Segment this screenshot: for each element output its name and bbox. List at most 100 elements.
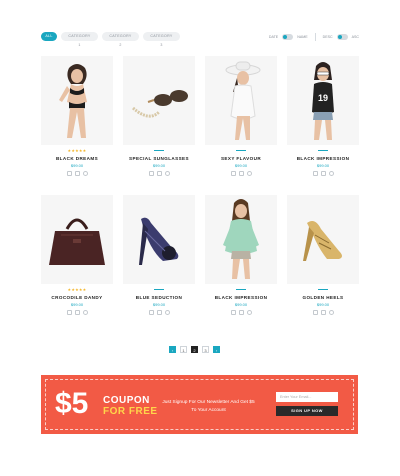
wishlist-icon[interactable] bbox=[246, 171, 252, 176]
signup-button[interactable]: SIGN UP NOW bbox=[276, 406, 338, 416]
cart-icon[interactable] bbox=[320, 171, 326, 176]
product-actions bbox=[123, 171, 195, 176]
product-name[interactable]: CROCODILE DANDY bbox=[41, 295, 113, 300]
prev-page-button[interactable]: ‹ bbox=[169, 346, 176, 353]
rating-stars: ★★★★★ bbox=[67, 148, 87, 153]
filter-tab-category-2[interactable]: CATEGORY 2 bbox=[102, 32, 139, 47]
name-underline bbox=[318, 289, 328, 290]
compare-icon[interactable] bbox=[148, 171, 154, 176]
product-price: $99.00 bbox=[70, 302, 84, 307]
coupon-description: Just Signup For Our Newsletter And Get $… bbox=[162, 400, 255, 413]
name-underline bbox=[236, 289, 246, 290]
compare-icon[interactable] bbox=[230, 310, 236, 315]
product-price: $99.00 bbox=[234, 163, 248, 168]
product-actions bbox=[41, 310, 113, 315]
name-underline bbox=[236, 150, 246, 151]
cart-icon[interactable] bbox=[74, 171, 80, 176]
wishlist-icon[interactable] bbox=[328, 310, 334, 315]
compare-icon[interactable] bbox=[66, 171, 72, 176]
wishlist-icon[interactable] bbox=[246, 310, 252, 315]
sort-divider bbox=[314, 33, 316, 41]
coupon-amount: $5 bbox=[55, 387, 89, 420]
product-name[interactable]: BLACK IMPRESSION bbox=[287, 156, 359, 161]
cart-icon[interactable] bbox=[156, 310, 162, 315]
high-heel-shoe-icon bbox=[139, 217, 179, 265]
wishlist-icon[interactable] bbox=[82, 310, 88, 315]
coupon-subtitle: FOR FREE bbox=[103, 406, 158, 417]
pagination: ‹ 1 2 3 › bbox=[169, 346, 220, 353]
product-image[interactable] bbox=[205, 195, 277, 284]
product-image[interactable] bbox=[41, 56, 113, 145]
cart-icon[interactable] bbox=[238, 310, 244, 315]
product-name[interactable]: SPECIAL SUNGLASSES bbox=[123, 156, 195, 161]
green-blouse-model-icon bbox=[223, 199, 259, 279]
category-filter-bar: ALL CATEGORY 1 CATEGORY 2 CATEGORY 3 bbox=[41, 32, 180, 47]
product-image[interactable] bbox=[41, 195, 113, 284]
product-image[interactable] bbox=[123, 195, 195, 284]
compare-icon[interactable] bbox=[148, 310, 154, 315]
product-card[interactable]: SPECIAL SUNGLASSES $99.00 bbox=[123, 56, 195, 183]
name-underline bbox=[154, 150, 164, 151]
product-name[interactable]: BLACK DREAMS bbox=[41, 156, 113, 161]
sunglasses-icon bbox=[132, 90, 188, 118]
product-name[interactable]: BLACK IMPRESSION bbox=[205, 295, 277, 300]
cart-icon[interactable] bbox=[238, 171, 244, 176]
page-button-current[interactable]: 2 bbox=[191, 346, 198, 353]
product-image[interactable] bbox=[287, 195, 359, 284]
gold-sandal-icon bbox=[303, 221, 342, 261]
wishlist-icon[interactable] bbox=[164, 310, 170, 315]
page-button[interactable]: 1 bbox=[180, 346, 187, 353]
product-image[interactable] bbox=[123, 56, 195, 145]
product-name[interactable]: GOLDEN HEELS bbox=[287, 295, 359, 300]
coupon-title: COUPON bbox=[103, 395, 150, 406]
filter-tab-category-1[interactable]: CATEGORY 1 bbox=[61, 32, 98, 47]
lingerie-model-icon bbox=[59, 64, 87, 138]
newsletter-email-input[interactable]: Enter Your Email... bbox=[276, 392, 338, 402]
product-image[interactable] bbox=[205, 56, 277, 145]
sort-date-label: DATE bbox=[268, 35, 279, 39]
product-card[interactable]: ★★★★★ CROCODILE DANDY $99.00 bbox=[41, 195, 113, 322]
product-card[interactable]: SEXY FLAVOUR $99.00 bbox=[205, 56, 277, 183]
cart-icon[interactable] bbox=[74, 310, 80, 315]
sort-asc-label: ASC bbox=[351, 35, 359, 39]
svg-text:19: 19 bbox=[318, 93, 328, 103]
next-page-button[interactable]: › bbox=[213, 346, 220, 353]
product-price: $99.00 bbox=[70, 163, 84, 168]
filter-tab-category-3[interactable]: CATEGORY 3 bbox=[143, 32, 180, 47]
wishlist-icon[interactable] bbox=[328, 171, 334, 176]
wishlist-icon[interactable] bbox=[164, 171, 170, 176]
product-actions bbox=[123, 310, 195, 315]
product-actions bbox=[205, 310, 277, 315]
wishlist-icon[interactable] bbox=[82, 171, 88, 176]
product-price: $99.00 bbox=[234, 302, 248, 307]
handbag-icon bbox=[49, 218, 105, 265]
compare-icon[interactable] bbox=[312, 171, 318, 176]
product-card[interactable]: GOLDEN HEELS $99.00 bbox=[287, 195, 359, 322]
product-image[interactable]: 19 bbox=[287, 56, 359, 145]
product-actions bbox=[287, 310, 359, 315]
compare-icon[interactable] bbox=[312, 310, 318, 315]
product-card[interactable]: BLACK IMPRESSION $99.00 bbox=[205, 195, 277, 322]
hat-model-icon bbox=[225, 61, 261, 140]
product-name[interactable]: BLUE SEDUCTION bbox=[123, 295, 195, 300]
compare-icon[interactable] bbox=[230, 171, 236, 176]
sort-order-toggle[interactable] bbox=[336, 34, 348, 40]
name-underline bbox=[154, 289, 164, 290]
product-card[interactable]: 19 BLACK IMPRESSION $99.00 bbox=[287, 56, 359, 183]
coupon-banner: $5 COUPON FOR FREE Just Signup For Our N… bbox=[41, 375, 358, 434]
product-card[interactable]: BLUE SEDUCTION $99.00 bbox=[123, 195, 195, 322]
jersey-model-icon: 19 bbox=[312, 62, 334, 140]
product-actions bbox=[205, 171, 277, 176]
product-name[interactable]: SEXY FLAVOUR bbox=[205, 156, 277, 161]
cart-icon[interactable] bbox=[156, 171, 162, 176]
page-button[interactable]: 3 bbox=[202, 346, 209, 353]
filter-tab-all[interactable]: ALL bbox=[41, 32, 57, 41]
product-price: $99.00 bbox=[316, 163, 330, 168]
product-card[interactable]: ★★★★★ BLACK DREAMS $99.00 bbox=[41, 56, 113, 183]
product-price: $99.00 bbox=[152, 302, 166, 307]
compare-icon[interactable] bbox=[66, 310, 72, 315]
sort-field-toggle[interactable] bbox=[282, 34, 294, 40]
sort-controls: DATE NAME DESC ASC bbox=[269, 33, 359, 41]
sort-name-label: NAME bbox=[297, 35, 308, 39]
cart-icon[interactable] bbox=[320, 310, 326, 315]
